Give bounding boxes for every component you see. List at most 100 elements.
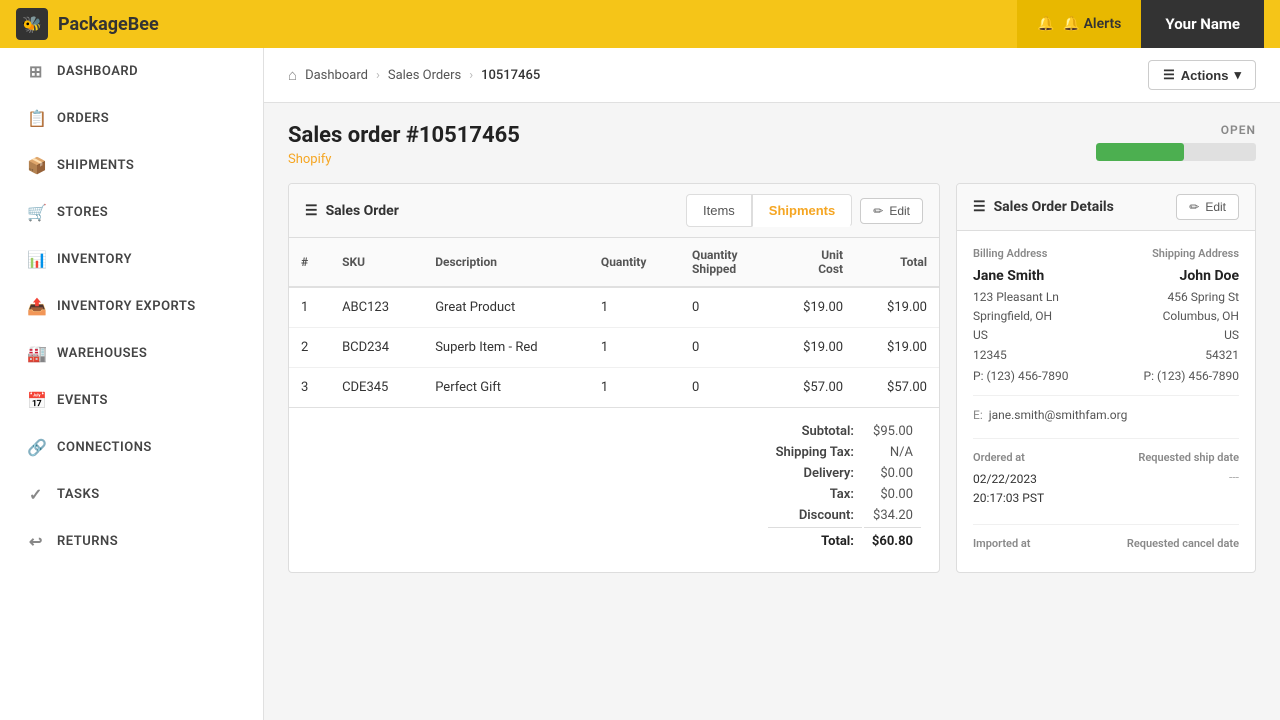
order-progress-bar — [1096, 143, 1256, 161]
table-row: 2 BCD234 Superb Item - Red 1 0 $19.00 $1… — [289, 328, 939, 368]
actions-icon: ☰ — [1163, 67, 1175, 83]
requested-ship-date-value: --- — [1106, 470, 1239, 484]
edit-label: Edit — [889, 204, 910, 218]
breadcrumb-current: 10517465 — [481, 68, 540, 83]
row-quantity: 1 — [589, 328, 680, 368]
sidebar-item-inventory-exports[interactable]: 📤 INVENTORY EXPORTS — [0, 283, 263, 330]
actions-chevron-icon: ▾ — [1234, 67, 1241, 83]
total-label: Total: — [768, 527, 862, 551]
row-sku: ABC123 — [330, 287, 423, 328]
breadcrumb: ⌂ Dashboard › Sales Orders › 10517465 — [288, 66, 540, 84]
subtotal-value: $95.00 — [864, 422, 921, 441]
sidebar-item-connections[interactable]: 🔗 CONNECTIONS — [0, 424, 263, 471]
order-status-block: OPEN — [1096, 123, 1256, 161]
sidebar-item-events[interactable]: 📅 EVENTS — [0, 377, 263, 424]
shipments-icon: 📦 — [27, 156, 45, 175]
imported-at-label: Imported at — [973, 537, 1106, 550]
billing-address: Billing Address Jane Smith 123 Pleasant … — [973, 247, 1106, 383]
row-unit-cost: $19.00 — [771, 328, 855, 368]
sidebar-item-inventory[interactable]: 📊 INVENTORY — [0, 236, 263, 283]
requested-cancel-label: Requested cancel date — [1106, 537, 1239, 550]
dashboard-icon: ⊞ — [27, 62, 45, 81]
tax-value: $0.00 — [864, 485, 921, 504]
billing-country: US — [973, 326, 1106, 345]
discount-label: Discount: — [768, 506, 862, 525]
details-card-title: ☰ Sales Order Details — [973, 199, 1114, 215]
bell-icon: 🔔 — [1037, 16, 1054, 32]
sidebar-label-connections: CONNECTIONS — [57, 440, 152, 455]
card-header-controls: Items Shipments ✏ Edit — [686, 194, 923, 227]
sales-order-edit-button[interactable]: ✏ Edit — [860, 198, 923, 224]
logo-text: PackageBee — [58, 14, 159, 35]
tasks-icon: ✓ — [27, 485, 45, 504]
row-sku: BCD234 — [330, 328, 423, 368]
shipping-address: Shipping Address John Doe 456 Spring St … — [1106, 247, 1239, 383]
row-description: Perfect Gift — [423, 368, 589, 408]
sidebar-label-inventory-exports: INVENTORY EXPORTS — [57, 299, 196, 314]
sales-order-card-title: ☰ Sales Order — [305, 203, 399, 219]
col-qty-shipped: QuantityShipped — [680, 238, 771, 287]
tab-items[interactable]: Items — [686, 194, 752, 227]
row-description: Superb Item - Red — [423, 328, 589, 368]
col-unit-cost: UnitCost — [771, 238, 855, 287]
col-sku: SKU — [330, 238, 423, 287]
details-edit-button[interactable]: ✏ Edit — [1176, 194, 1239, 220]
details-edit-label: Edit — [1205, 200, 1226, 214]
sidebar-item-returns[interactable]: ↩ RETURNS — [0, 518, 263, 565]
email-icon: E: — [973, 408, 983, 422]
sidebar-item-dashboard[interactable]: ⊞ DASHBOARD — [0, 48, 263, 95]
breadcrumb-sales-orders[interactable]: Sales Orders — [388, 68, 461, 83]
col-quantity: Quantity — [589, 238, 680, 287]
delivery-value: $0.00 — [864, 464, 921, 483]
table-row: 1 ABC123 Great Product 1 0 $19.00 $19.00 — [289, 287, 939, 328]
app-header: 🐝 PackageBee 🔔 🔔 Alerts Your Name — [0, 0, 1280, 48]
shipping-country: US — [1106, 326, 1239, 345]
breadcrumb-sep-1: › — [376, 68, 380, 83]
sidebar: ⊞ DASHBOARD 📋 ORDERS 📦 SHIPMENTS 🛒 STORE… — [0, 48, 264, 720]
row-qty-shipped: 0 — [680, 368, 771, 408]
returns-icon: ↩ — [27, 532, 45, 551]
imported-section: Imported at Requested cancel date — [973, 524, 1239, 556]
row-num: 3 — [289, 368, 330, 408]
sidebar-item-warehouses[interactable]: 🏭 WAREHOUSES — [0, 330, 263, 377]
actions-button[interactable]: ☰ Actions ▾ — [1148, 60, 1256, 90]
order-progress-fill — [1096, 143, 1184, 161]
breadcrumb-bar: ⌂ Dashboard › Sales Orders › 10517465 ☰ … — [264, 48, 1280, 103]
row-total: $19.00 — [855, 328, 939, 368]
details-body: Billing Address Jane Smith 123 Pleasant … — [957, 231, 1255, 572]
table-row: 3 CDE345 Perfect Gift 1 0 $57.00 $57.00 — [289, 368, 939, 408]
details-edit-icon: ✏ — [1189, 200, 1199, 214]
logo-icon: 🐝 — [16, 8, 48, 40]
row-total: $57.00 — [855, 368, 939, 408]
order-header: Sales order #10517465 Shopify OPEN — [288, 123, 1256, 167]
order-title-block: Sales order #10517465 Shopify — [288, 123, 520, 167]
billing-header: Billing Address — [973, 247, 1106, 260]
discount-value: $34.20 — [864, 506, 921, 525]
sidebar-label-shipments: SHIPMENTS — [57, 158, 134, 173]
col-total: Total — [855, 238, 939, 287]
stores-icon: 🛒 — [27, 203, 45, 222]
details-card-header: ☰ Sales Order Details ✏ Edit — [957, 184, 1255, 231]
sidebar-label-returns: RETURNS — [57, 534, 118, 549]
sidebar-item-stores[interactable]: 🛒 STORES — [0, 189, 263, 236]
two-column-layout: ☰ Sales Order Items Shipments ✏ Edit — [288, 183, 1256, 573]
breadcrumb-sep-2: › — [469, 68, 473, 83]
requested-cancel-col: Requested cancel date — [1106, 537, 1239, 556]
order-title: Sales order #10517465 — [288, 123, 520, 148]
home-icon: ⌂ — [288, 66, 297, 84]
row-qty-shipped: 0 — [680, 287, 771, 328]
username-button[interactable]: Your Name — [1141, 0, 1264, 48]
breadcrumb-dashboard[interactable]: Dashboard — [305, 68, 368, 83]
sales-order-label: Sales Order — [326, 203, 399, 219]
alerts-button[interactable]: 🔔 🔔 Alerts — [1017, 0, 1141, 48]
shipping-name: John Doe — [1106, 268, 1239, 284]
shipping-phone: P: (123) 456-7890 — [1106, 369, 1239, 383]
row-num: 1 — [289, 287, 330, 328]
sidebar-item-shipments[interactable]: 📦 SHIPMENTS — [0, 142, 263, 189]
sidebar-item-tasks[interactable]: ✓ TASKS — [0, 471, 263, 518]
sidebar-item-orders[interactable]: 📋 ORDERS — [0, 95, 263, 142]
tab-shipments[interactable]: Shipments — [752, 194, 852, 227]
requested-ship-date-label: Requested ship date — [1106, 451, 1239, 464]
sidebar-label-tasks: TASKS — [57, 487, 100, 502]
sidebar-label-events: EVENTS — [57, 393, 108, 408]
